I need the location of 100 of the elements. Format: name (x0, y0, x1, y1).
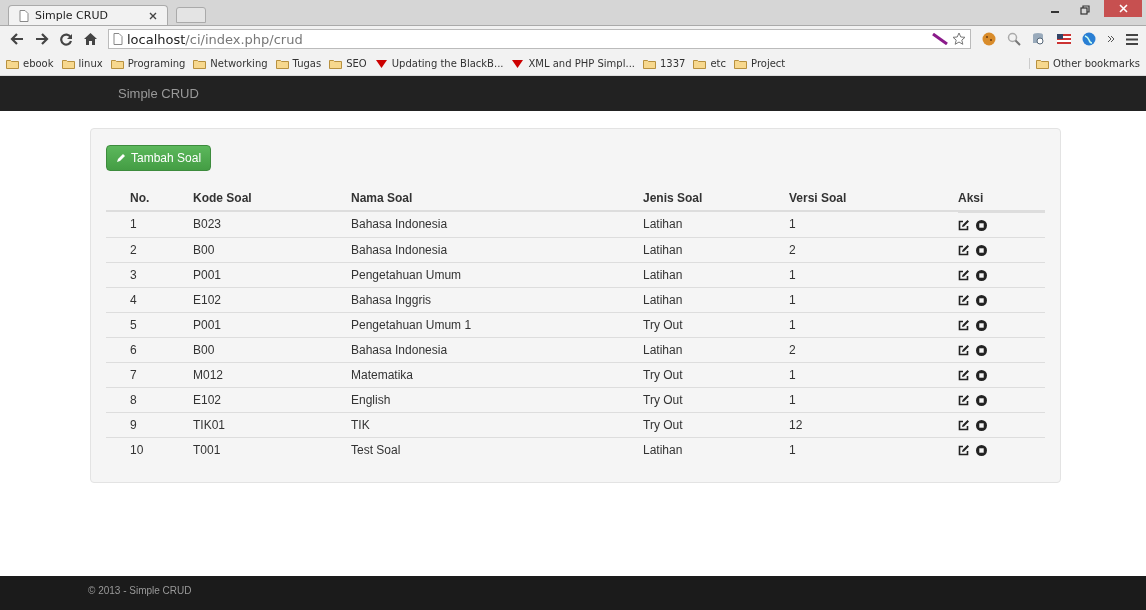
table-cell: 4 (106, 287, 193, 312)
table-cell: 7 (106, 362, 193, 387)
bookmark-item[interactable]: 1337 (643, 58, 686, 69)
table-cell: Bahasa Inggris (351, 287, 643, 312)
table-cell: 2 (789, 337, 958, 362)
table-cell: Latihan (643, 287, 789, 312)
edit-icon[interactable] (958, 319, 969, 331)
edit-icon[interactable] (958, 269, 969, 281)
triangle-icon (511, 58, 525, 69)
edit-icon[interactable] (958, 219, 969, 231)
delete-icon[interactable] (976, 294, 987, 306)
edit-icon[interactable] (958, 444, 969, 456)
table-cell: E102 (193, 287, 351, 312)
close-icon (1118, 4, 1128, 13)
bookmark-item[interactable]: linux (61, 58, 103, 69)
search-icon[interactable] (1007, 32, 1021, 46)
folder-icon (643, 58, 656, 69)
folder-icon (329, 58, 343, 69)
table-cell: Bahasa Indonesia (351, 211, 643, 237)
table-cell: Pengetahuan Umum 1 (351, 312, 643, 337)
table-cell: 5 (106, 312, 193, 337)
column-header: Versi Soal (789, 185, 958, 211)
delete-icon[interactable] (976, 394, 987, 406)
table-cell: 1 (789, 287, 958, 312)
delete-icon[interactable] (976, 219, 987, 231)
delete-icon[interactable] (976, 344, 987, 356)
edit-icon[interactable] (958, 369, 969, 381)
folder-icon (193, 58, 207, 69)
globe-icon[interactable] (1082, 32, 1096, 46)
bookmark-item[interactable]: SEO (329, 58, 367, 69)
delete-icon[interactable] (976, 319, 987, 331)
table-cell: P001 (193, 312, 351, 337)
table-cell: Matematika (351, 362, 643, 387)
bookmark-item[interactable]: Programing (110, 58, 186, 69)
footer-text: © 2013 - Simple CRUD (88, 585, 192, 596)
browser-tab[interactable]: Simple CRUD (8, 5, 168, 25)
address-field[interactable]: localhost/ci/index.php/crud (108, 29, 971, 49)
table-cell: Try Out (643, 362, 789, 387)
home-icon[interactable] (84, 33, 97, 45)
delete-icon[interactable] (976, 419, 987, 431)
restore-icon[interactable] (1080, 5, 1090, 15)
table-cell: 1 (789, 362, 958, 387)
triangle-icon (374, 58, 388, 69)
table-cell: B00 (193, 337, 351, 362)
bookmark-item[interactable]: XML and PHP Simpl... (511, 58, 635, 69)
bookmark-item[interactable]: Tugas (275, 58, 322, 69)
table-cell: Try Out (643, 412, 789, 437)
table-cell: T001 (193, 437, 351, 462)
column-header: Kode Soal (193, 185, 351, 211)
table-cell: 6 (106, 337, 193, 362)
flag-icon[interactable] (1057, 34, 1071, 44)
table-cell: 8 (106, 387, 193, 412)
chevron-icon[interactable] (1107, 35, 1115, 43)
bookmark-item[interactable]: Networking (193, 58, 268, 69)
navbar-brand[interactable]: Simple CRUD (118, 86, 199, 101)
delete-icon[interactable] (976, 369, 987, 381)
table-cell: English (351, 387, 643, 412)
folder-icon (110, 58, 124, 69)
table-cell: 3 (106, 262, 193, 287)
folder-icon (6, 58, 19, 69)
star-icon[interactable] (952, 32, 966, 46)
table-cell: Try Out (643, 387, 789, 412)
forward-icon[interactable] (35, 33, 49, 45)
table-cell: 2 (106, 237, 193, 262)
folder-icon (61, 58, 75, 69)
table-cell: 1 (106, 211, 193, 237)
table-cell: E102 (193, 387, 351, 412)
bookmark-item[interactable]: Other bookmarks (1029, 58, 1140, 69)
pencil-icon (116, 153, 126, 163)
folder-icon (275, 58, 289, 69)
bookmark-item[interactable]: Updating the BlackB... (374, 58, 504, 69)
edit-icon[interactable] (958, 344, 969, 356)
table-cell: 1 (789, 437, 958, 462)
table-cell: Bahasa Indonesia (351, 237, 643, 262)
delete-icon[interactable] (976, 444, 987, 456)
table-cell: 9 (106, 412, 193, 437)
folder-icon (693, 58, 707, 69)
folder-icon (734, 58, 748, 69)
table-cell: Bahasa Indonesia (351, 337, 643, 362)
menu-icon[interactable] (1126, 33, 1138, 45)
table-cell: TIK01 (193, 412, 351, 437)
table-cell: 1 (789, 312, 958, 337)
table-cell: 12 (789, 412, 958, 437)
close-icon[interactable] (149, 11, 157, 20)
edit-icon[interactable] (958, 419, 969, 431)
edit-icon[interactable] (958, 394, 969, 406)
bookmark-item[interactable]: etc (693, 58, 727, 69)
table-cell: Latihan (643, 262, 789, 287)
delete-icon[interactable] (976, 269, 987, 281)
cookie-icon[interactable] (982, 32, 996, 46)
close-window-button[interactable] (1104, 0, 1142, 17)
back-icon[interactable] (10, 33, 24, 45)
bookmark-item[interactable]: ebook (6, 58, 54, 69)
reload-icon[interactable] (60, 32, 73, 46)
edit-icon[interactable] (958, 294, 969, 306)
table-cell: 1 (789, 262, 958, 287)
bookmark-item[interactable]: Project (734, 58, 786, 69)
table-cell: Latihan (643, 237, 789, 262)
edit-icon[interactable] (958, 244, 969, 256)
delete-icon[interactable] (976, 244, 987, 256)
